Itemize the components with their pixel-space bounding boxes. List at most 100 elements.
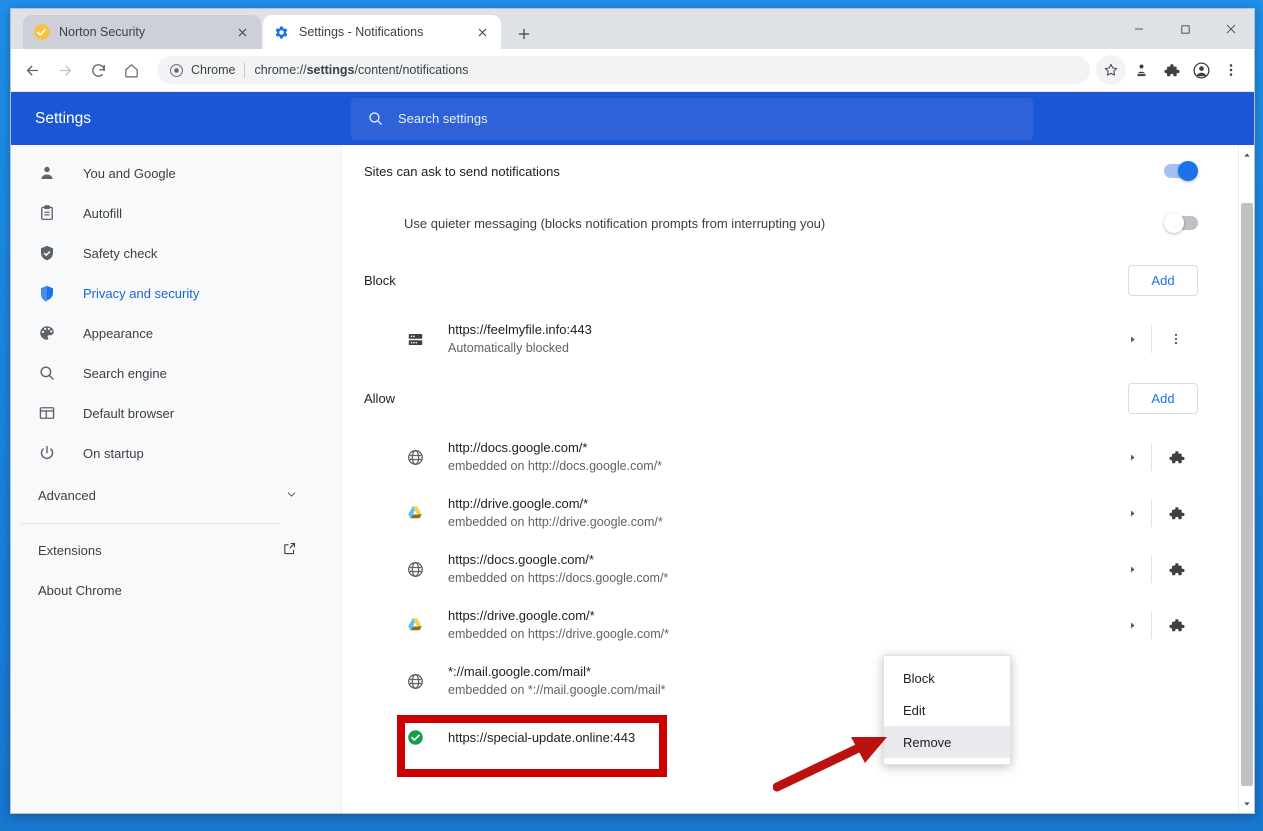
sidebar-item-advanced[interactable]: Advanced bbox=[11, 473, 341, 517]
window-controls bbox=[1116, 9, 1254, 49]
sidebar-item-privacy-and-security[interactable]: Privacy and security bbox=[11, 273, 341, 313]
sidebar-item-you-and-google[interactable]: You and Google bbox=[11, 153, 341, 193]
context-menu-item-remove[interactable]: Remove bbox=[884, 726, 1010, 758]
tab-label: Norton Security bbox=[59, 25, 146, 39]
block-add-button[interactable]: Add bbox=[1128, 264, 1198, 296]
chevron-right-icon[interactable] bbox=[1115, 621, 1149, 630]
maximize-button[interactable] bbox=[1162, 9, 1208, 49]
chevron-right-icon[interactable] bbox=[1115, 565, 1149, 574]
site-text: https://feelmyfile.info:443 Automaticall… bbox=[448, 320, 1115, 358]
omnibox-url: chrome://settings/content/notifications bbox=[254, 63, 469, 77]
chrome-menu-icon[interactable] bbox=[1216, 55, 1246, 85]
omnibox-scheme-label: Chrome bbox=[191, 63, 236, 77]
site-text: http://drive.google.com/* embedded on ht… bbox=[448, 494, 1115, 532]
sidebar-item-search-engine[interactable]: Search engine bbox=[11, 353, 341, 393]
site-subtext: Automatically blocked bbox=[448, 341, 569, 355]
drive-favicon bbox=[404, 502, 426, 524]
table-row[interactable]: https://drive.google.com/* embedded on h… bbox=[364, 597, 1216, 653]
extension-puzzle-icon[interactable] bbox=[1154, 449, 1198, 466]
row-divider bbox=[1151, 667, 1152, 695]
extension-puzzle-icon[interactable] bbox=[1154, 505, 1198, 522]
chevron-right-icon[interactable] bbox=[1115, 509, 1149, 518]
site-text: https://special-update.online:443 bbox=[448, 728, 1115, 747]
omnibox-divider bbox=[244, 62, 246, 78]
table-row[interactable]: https://feelmyfile.info:443 Automaticall… bbox=[364, 311, 1216, 367]
sites-can-ask-row[interactable]: Sites can ask to send notifications bbox=[364, 145, 1216, 197]
browser-window-icon bbox=[38, 404, 60, 422]
search-input[interactable]: Search settings bbox=[351, 97, 1033, 140]
sidebar-item-label: Extensions bbox=[38, 542, 102, 558]
quieter-messaging-toggle[interactable] bbox=[1164, 213, 1198, 233]
new-tab-button[interactable] bbox=[511, 21, 537, 47]
close-icon[interactable] bbox=[473, 23, 491, 41]
sidebar-item-label: Default browser bbox=[83, 405, 175, 421]
site-text: https://docs.google.com/* embedded on ht… bbox=[448, 550, 1115, 588]
site-text: https://drive.google.com/* embedded on h… bbox=[448, 606, 1115, 644]
tab-strip: Norton Security Settings - Notifications bbox=[11, 9, 1254, 49]
extension-puzzle-icon[interactable] bbox=[1154, 617, 1198, 634]
forward-icon[interactable] bbox=[50, 55, 80, 85]
table-row-highlighted[interactable]: https://special-update.online:443 bbox=[364, 709, 1216, 765]
context-menu-item-block[interactable]: Block bbox=[884, 662, 1010, 694]
sidebar-item-autofill[interactable]: Autofill bbox=[11, 193, 341, 233]
power-icon bbox=[38, 444, 60, 462]
globe-icon bbox=[404, 670, 426, 692]
quieter-messaging-label: Use quieter messaging (blocks notificati… bbox=[404, 215, 826, 231]
table-row[interactable]: *://mail.google.com/mail* embedded on *:… bbox=[364, 653, 1216, 709]
reload-icon[interactable] bbox=[83, 55, 113, 85]
close-window-button[interactable] bbox=[1208, 9, 1254, 49]
quieter-messaging-row[interactable]: Use quieter messaging (blocks notificati… bbox=[364, 197, 1216, 249]
table-row[interactable]: http://drive.google.com/* embedded on ht… bbox=[364, 485, 1216, 541]
server-rack-icon bbox=[404, 328, 426, 350]
tab-settings-notifications[interactable]: Settings - Notifications bbox=[263, 15, 501, 49]
clipboard-icon bbox=[38, 204, 60, 222]
site-subtext: embedded on *://mail.google.com/mail* bbox=[448, 683, 666, 697]
site-subtext: embedded on https://drive.google.com/* bbox=[448, 627, 669, 641]
address-bar[interactable]: Chrome chrome://settings/content/notific… bbox=[157, 56, 1090, 84]
table-row[interactable]: http://docs.google.com/* embedded on htt… bbox=[364, 429, 1216, 485]
browser-window: Norton Security Settings - Notifications bbox=[10, 8, 1255, 814]
sidebar-divider bbox=[21, 523, 281, 524]
table-row[interactable]: https://docs.google.com/* embedded on ht… bbox=[364, 541, 1216, 597]
row-divider bbox=[1151, 555, 1152, 583]
site-context-menu[interactable]: Block Edit Remove bbox=[883, 655, 1011, 765]
scroll-up-arrow-icon[interactable] bbox=[1239, 147, 1254, 163]
row-divider bbox=[1151, 325, 1152, 353]
sidebar-item-about-chrome[interactable]: About Chrome bbox=[11, 570, 341, 610]
drive-favicon bbox=[404, 614, 426, 636]
bookmark-star-icon[interactable] bbox=[1096, 55, 1126, 85]
sidebar-item-label: Appearance bbox=[83, 325, 154, 341]
sidebar-item-label: Search engine bbox=[83, 365, 167, 381]
context-menu-item-edit[interactable]: Edit bbox=[884, 694, 1010, 726]
sidebar-item-on-startup[interactable]: On startup bbox=[11, 433, 341, 473]
chrome-logo-icon bbox=[169, 63, 184, 78]
allow-add-button[interactable]: Add bbox=[1128, 382, 1198, 414]
overflow-menu-icon[interactable] bbox=[1154, 332, 1198, 346]
sidebar-item-extensions[interactable]: Extensions bbox=[11, 530, 341, 570]
minimize-button[interactable] bbox=[1116, 9, 1162, 49]
chevron-right-icon[interactable] bbox=[1115, 335, 1149, 344]
scrollbar-thumb[interactable] bbox=[1241, 203, 1253, 786]
extensions-puzzle-icon[interactable] bbox=[1156, 55, 1186, 85]
extension-puzzle-icon[interactable] bbox=[1154, 561, 1198, 578]
home-icon[interactable] bbox=[116, 55, 146, 85]
norton-extension-icon[interactable] bbox=[1126, 55, 1156, 85]
sidebar-item-default-browser[interactable]: Default browser bbox=[11, 393, 341, 433]
sidebar-item-safety-check[interactable]: Safety check bbox=[11, 233, 341, 273]
site-url: http://docs.google.com/* bbox=[448, 440, 588, 455]
tab-norton-security[interactable]: Norton Security bbox=[23, 15, 261, 49]
norton-check-icon bbox=[33, 24, 50, 41]
profile-avatar-icon[interactable] bbox=[1186, 55, 1216, 85]
chevron-right-icon[interactable] bbox=[1115, 453, 1149, 462]
allow-section-header: Allow Add bbox=[364, 367, 1216, 429]
sites-can-ask-toggle[interactable] bbox=[1164, 161, 1198, 181]
close-icon[interactable] bbox=[233, 23, 251, 41]
main-scrollbar[interactable] bbox=[1238, 145, 1254, 813]
back-icon[interactable] bbox=[17, 55, 47, 85]
sidebar-item-appearance[interactable]: Appearance bbox=[11, 313, 341, 353]
site-url: https://special-update.online:443 bbox=[448, 729, 636, 745]
tab-label: Settings - Notifications bbox=[299, 25, 424, 39]
site-url: https://feelmyfile.info:443 bbox=[448, 322, 592, 337]
scroll-down-arrow-icon[interactable] bbox=[1239, 796, 1254, 812]
row-divider bbox=[1151, 499, 1152, 527]
